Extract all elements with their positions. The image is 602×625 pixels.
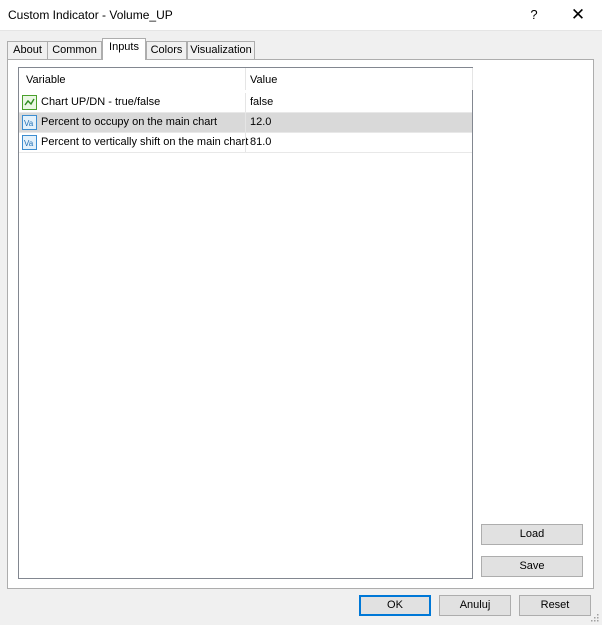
window-title: Custom Indicator - Volume_UP xyxy=(8,8,173,22)
cell-divider xyxy=(245,113,246,132)
svg-text:Va: Va xyxy=(24,139,34,148)
row-value[interactable]: 12.0 xyxy=(250,116,271,128)
row-value[interactable]: false xyxy=(250,96,273,108)
ok-button[interactable]: OK xyxy=(359,595,431,616)
double-icon: Va xyxy=(22,115,37,130)
grid-header: Variable Value xyxy=(19,68,473,90)
row-value[interactable]: 81.0 xyxy=(250,136,271,148)
svg-text:Va: Va xyxy=(24,119,34,128)
row-variable: Chart UP/DN - true/false xyxy=(41,96,161,108)
cancel-button[interactable]: Anuluj xyxy=(439,595,511,616)
cell-divider xyxy=(245,133,246,152)
bool-icon xyxy=(22,95,37,110)
header-value[interactable]: Value xyxy=(250,68,277,90)
tab-inputs[interactable]: Inputs xyxy=(102,38,146,60)
resize-grip-icon[interactable] xyxy=(589,612,599,622)
column-divider-end xyxy=(472,68,473,90)
save-button[interactable]: Save xyxy=(481,556,583,577)
close-button[interactable]: ✕ xyxy=(565,3,591,27)
load-button[interactable]: Load xyxy=(481,524,583,545)
column-divider[interactable] xyxy=(245,68,246,90)
tab-about[interactable]: About xyxy=(7,41,48,59)
table-row[interactable]: Va Percent to vertically shift on the ma… xyxy=(19,133,472,153)
row-variable: Percent to occupy on the main chart xyxy=(41,116,218,128)
tab-colors[interactable]: Colors xyxy=(146,41,187,59)
title-bar: Custom Indicator - Volume_UP ? ✕ xyxy=(0,0,602,31)
reset-button[interactable]: Reset xyxy=(519,595,591,616)
tab-common[interactable]: Common xyxy=(47,41,102,59)
tab-visualization[interactable]: Visualization xyxy=(187,41,255,59)
help-button[interactable]: ? xyxy=(524,5,544,25)
row-variable: Percent to vertically shift on the main … xyxy=(41,136,249,148)
table-row[interactable]: Chart UP/DN - true/false false xyxy=(19,93,472,113)
header-variable[interactable]: Variable xyxy=(26,68,66,90)
inputs-grid: Variable Value Chart UP/DN - true/false … xyxy=(18,67,473,579)
cell-divider xyxy=(245,93,246,112)
double-icon: Va xyxy=(22,135,37,150)
table-row[interactable]: Va Percent to occupy on the main chart 1… xyxy=(19,113,472,133)
